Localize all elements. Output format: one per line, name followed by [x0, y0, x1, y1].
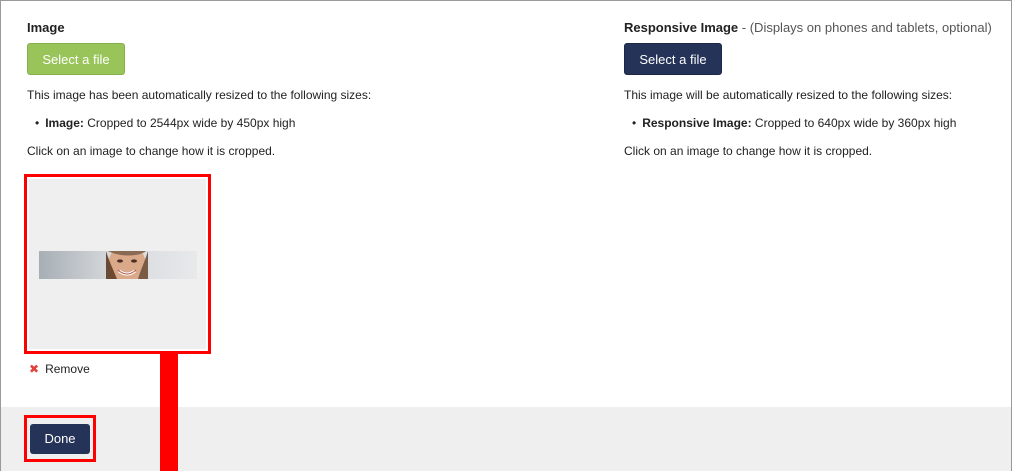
responsive-image-title: Responsive Image	[624, 20, 739, 35]
close-x-icon: ✖	[29, 362, 40, 376]
image-thumbnail-highlight	[24, 174, 211, 354]
footer-bar	[1, 407, 1011, 471]
remove-image-link[interactable]: ✖ Remove	[29, 362, 90, 377]
bullet-icon: •	[35, 116, 40, 130]
select-image-button[interactable]: Select a file	[27, 43, 125, 75]
remove-label: Remove	[45, 362, 90, 376]
image-crop-hint: Click on an image to change how it is cr…	[27, 144, 276, 158]
responsive-size-item: • Responsive Image: Cropped to 640px wide…	[632, 116, 1004, 131]
bullet-icon: •	[632, 116, 637, 130]
responsive-crop-hint: Click on an image to change how it is cr…	[624, 144, 873, 158]
highlight-arrow	[160, 354, 178, 471]
image-size-item: • Image: Cropped to 2544px wide by 450px …	[35, 116, 587, 131]
responsive-image-field-title: Responsive Image - (Displays on phones a…	[624, 20, 1004, 36]
responsive-image-subtitle: - (Displays on phones and tablets, optio…	[741, 20, 992, 35]
select-responsive-image-button[interactable]: Select a file	[624, 43, 722, 75]
done-button-highlight: Done	[24, 415, 96, 462]
responsive-resize-info: This image will be automatically resized…	[624, 88, 953, 102]
image-field: Image Select a file This image has been …	[27, 20, 587, 159]
image-thumbnail[interactable]	[29, 179, 206, 349]
responsive-size-text: Cropped to 640px wide by 360px high	[754, 116, 957, 130]
image-field-title: Image	[27, 20, 65, 35]
cropped-image-preview[interactable]	[39, 251, 197, 279]
responsive-size-label: Responsive Image:	[642, 116, 752, 130]
face-photo-icon	[39, 251, 197, 279]
done-button[interactable]: Done	[30, 424, 90, 454]
image-resize-info: This image has been automatically resize…	[27, 88, 372, 102]
image-size-label: Image:	[45, 116, 84, 130]
responsive-image-field: Responsive Image - (Displays on phones a…	[624, 20, 1004, 159]
image-size-text: Cropped to 2544px wide by 450px high	[87, 116, 296, 130]
